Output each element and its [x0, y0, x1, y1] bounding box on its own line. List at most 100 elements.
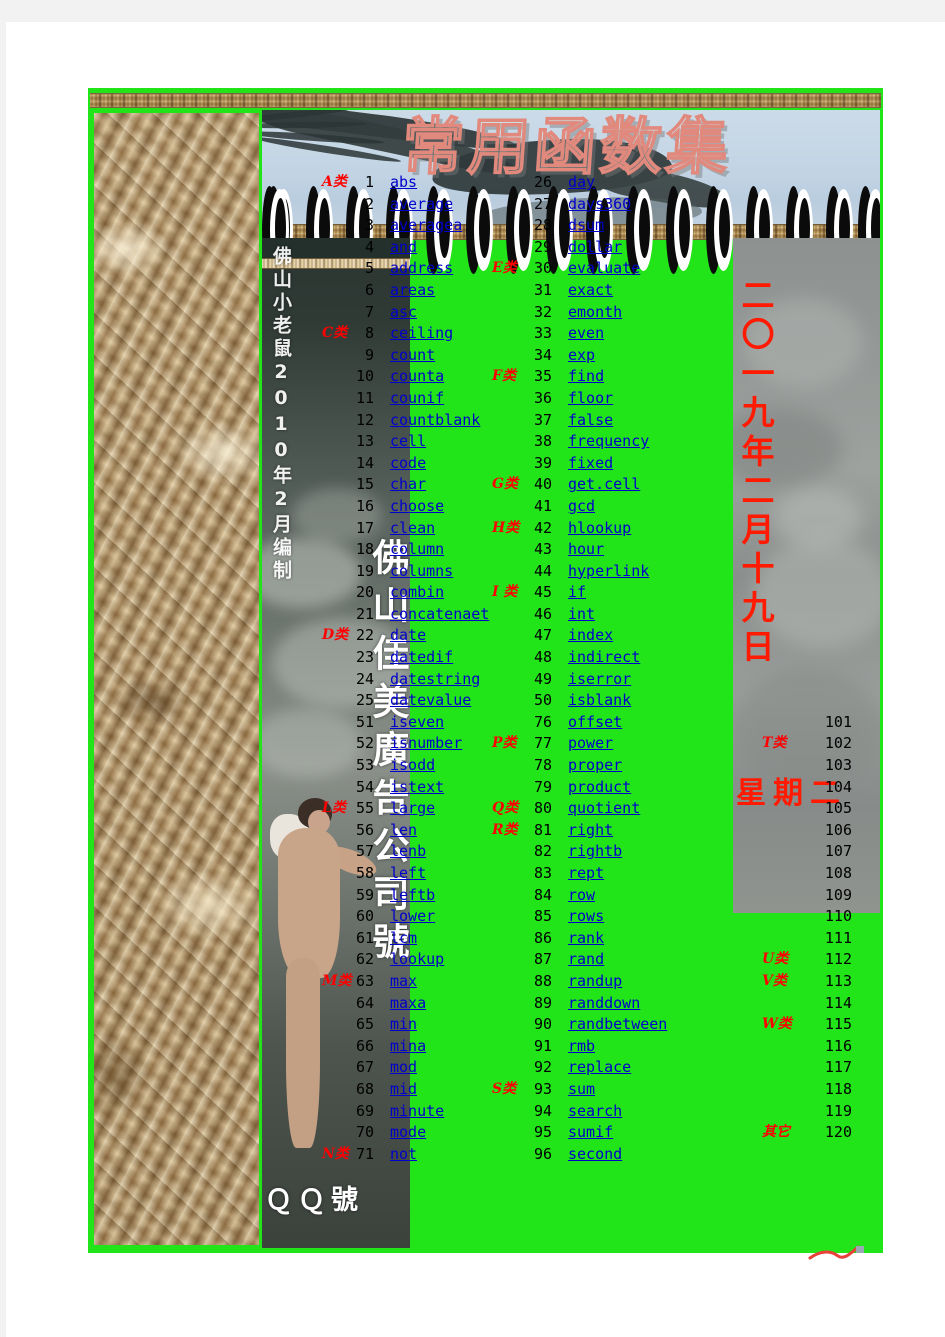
function-link[interactable]: product — [568, 777, 631, 799]
function-link[interactable]: offset — [568, 712, 622, 734]
function-link[interactable]: frequency — [568, 431, 649, 453]
function-link[interactable]: days360 — [568, 194, 631, 216]
function-link[interactable]: cell — [390, 431, 426, 453]
function-link[interactable]: maxa — [390, 993, 426, 1015]
function-link[interactable]: not — [390, 1144, 417, 1166]
function-link[interactable]: rank — [568, 928, 604, 950]
function-number-left: 14 — [355, 453, 374, 472]
function-link[interactable]: randup — [568, 971, 622, 993]
function-link[interactable]: large — [390, 798, 435, 820]
function-link[interactable]: areas — [390, 280, 435, 302]
function-link[interactable]: address — [390, 258, 453, 280]
function-link[interactable]: char — [390, 474, 426, 496]
function-link[interactable]: fixed — [568, 453, 613, 475]
function-link[interactable]: min — [390, 1014, 417, 1036]
function-link[interactable]: combin — [390, 582, 444, 604]
function-link[interactable]: choose — [390, 496, 444, 518]
function-link[interactable]: isblank — [568, 690, 631, 712]
function-link[interactable]: iserror — [568, 669, 631, 691]
function-link[interactable]: floor — [568, 388, 613, 410]
function-link[interactable]: leftb — [390, 885, 435, 907]
function-link[interactable]: concatenaet — [390, 604, 489, 626]
function-link[interactable]: false — [568, 410, 613, 432]
function-link[interactable]: lenb — [390, 841, 426, 863]
function-link[interactable]: search — [568, 1101, 622, 1123]
function-link[interactable]: exact — [568, 280, 613, 302]
function-link[interactable]: datedif — [390, 647, 453, 669]
function-link[interactable]: gcd — [568, 496, 595, 518]
function-link[interactable]: randdown — [568, 993, 640, 1015]
function-link[interactable]: index — [568, 625, 613, 647]
function-link[interactable]: averagea — [390, 215, 462, 237]
function-link[interactable]: rows — [568, 906, 604, 928]
credit-small-text: 佛山小老鼠2010年2月编制 — [270, 246, 292, 583]
function-link[interactable]: rept — [568, 863, 604, 885]
function-link[interactable]: istext — [390, 777, 444, 799]
function-link[interactable]: hour — [568, 539, 604, 561]
function-link[interactable]: exp — [568, 345, 595, 367]
function-link[interactable]: countblank — [390, 410, 480, 432]
function-link[interactable]: randbetween — [568, 1014, 667, 1036]
function-link[interactable]: quotient — [568, 798, 640, 820]
function-link[interactable]: columns — [390, 561, 453, 583]
function-link[interactable]: indirect — [568, 647, 640, 669]
function-link[interactable]: hyperlink — [568, 561, 649, 583]
function-link[interactable]: sumif — [568, 1122, 613, 1144]
function-link[interactable]: clean — [390, 518, 435, 540]
function-link[interactable]: iseven — [390, 712, 444, 734]
function-link[interactable]: int — [568, 604, 595, 626]
function-link[interactable]: even — [568, 323, 604, 345]
function-link[interactable]: left — [390, 863, 426, 885]
function-link[interactable]: count — [390, 345, 435, 367]
function-link[interactable]: minute — [390, 1101, 444, 1123]
function-link[interactable]: rand — [568, 949, 604, 971]
function-link[interactable]: lcm — [390, 928, 417, 950]
function-link[interactable]: dsum — [568, 215, 604, 237]
function-link[interactable]: column — [390, 539, 444, 561]
function-link[interactable]: mod — [390, 1057, 417, 1079]
function-link[interactable]: average — [390, 194, 453, 216]
function-link[interactable]: find — [568, 366, 604, 388]
function-link[interactable]: right — [568, 820, 613, 842]
function-link[interactable]: rightb — [568, 841, 622, 863]
function-link[interactable]: row — [568, 885, 595, 907]
function-number-left: 25 — [355, 691, 374, 710]
function-link[interactable]: replace — [568, 1057, 631, 1079]
function-link[interactable]: asc — [390, 302, 417, 324]
function-link[interactable]: evaluate — [568, 258, 640, 280]
function-link[interactable]: hlookup — [568, 518, 631, 540]
function-link[interactable]: lower — [390, 906, 435, 928]
function-link[interactable]: isnumber — [390, 733, 462, 755]
function-link[interactable]: rmb — [568, 1036, 595, 1058]
function-link[interactable]: datevalue — [390, 690, 471, 712]
function-link[interactable]: second — [568, 1144, 622, 1166]
index-row: 70 mode 95 sumif 其它 120 — [322, 1122, 882, 1144]
function-number-middle: 90 — [533, 1015, 552, 1034]
function-link[interactable]: sum — [568, 1079, 595, 1101]
function-link[interactable]: len — [390, 820, 417, 842]
function-link[interactable]: code — [390, 453, 426, 475]
function-link[interactable]: mid — [390, 1079, 417, 1101]
function-link[interactable]: mode — [390, 1122, 426, 1144]
function-link[interactable]: emonth — [568, 302, 622, 324]
function-link[interactable]: proper — [568, 755, 622, 777]
function-link[interactable]: counif — [390, 388, 444, 410]
function-link[interactable]: dollar — [568, 237, 622, 259]
function-link[interactable]: and — [390, 237, 417, 259]
function-link[interactable]: max — [390, 971, 417, 993]
index-row: N类 71 not 96 second — [322, 1144, 882, 1166]
function-link[interactable]: get.cell — [568, 474, 640, 496]
function-link[interactable]: power — [568, 733, 613, 755]
function-number-middle: 39 — [533, 453, 552, 472]
function-link[interactable]: lookup — [390, 949, 444, 971]
function-link[interactable]: day — [568, 172, 595, 194]
function-link[interactable]: datestring — [390, 669, 480, 691]
function-link[interactable]: ceiling — [390, 323, 453, 345]
function-link[interactable]: abs — [390, 172, 417, 194]
index-row: 17 clean H类 42 hlookup — [322, 518, 882, 540]
function-link[interactable]: if — [568, 582, 586, 604]
function-link[interactable]: counta — [390, 366, 444, 388]
function-link[interactable]: mina — [390, 1036, 426, 1058]
function-link[interactable]: date — [390, 625, 426, 647]
function-link[interactable]: isodd — [390, 755, 435, 777]
